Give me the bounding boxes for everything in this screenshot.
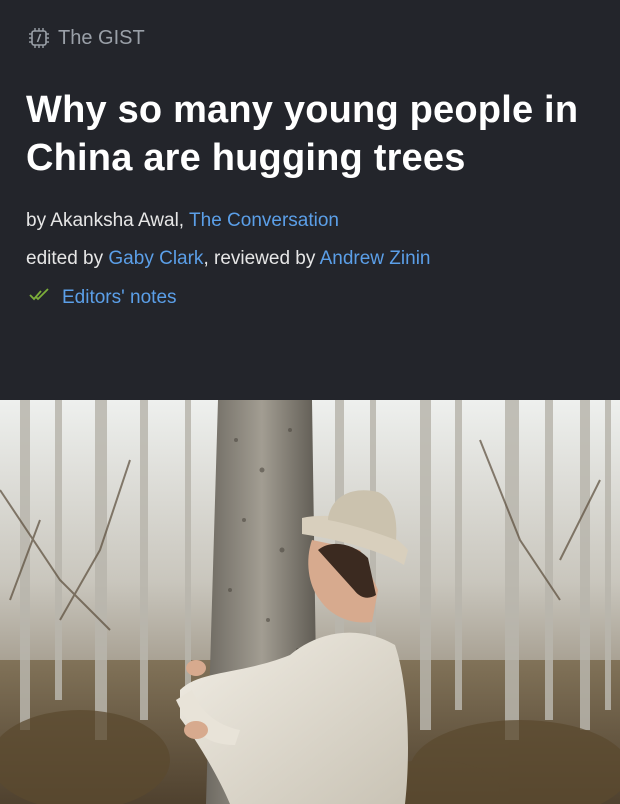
edit-credits: edited by Gaby Clark, reviewed by Andrew… bbox=[26, 248, 431, 270]
hero-image bbox=[0, 400, 620, 804]
double-check-icon bbox=[28, 286, 52, 310]
edited-by-label: edited by bbox=[26, 248, 109, 269]
editors-notes-link[interactable]: Editors' notes bbox=[28, 286, 177, 310]
byline: by Akanksha Awal, The Conversation bbox=[26, 210, 339, 232]
the-gist-badge[interactable]: The GIST bbox=[28, 24, 145, 52]
chip-icon bbox=[28, 27, 50, 49]
editors-notes-label: Editors' notes bbox=[62, 287, 177, 308]
article-header: The GIST Why so many young people in Chi… bbox=[0, 0, 620, 400]
byline-author: by Akanksha Awal, bbox=[26, 210, 190, 231]
article-title: Why so many young people in China are hu… bbox=[26, 89, 579, 179]
reviewed-by-label: , reviewed by bbox=[203, 248, 320, 269]
editor-link[interactable]: Gaby Clark bbox=[108, 248, 203, 269]
reviewer-link[interactable]: Andrew Zinin bbox=[320, 248, 431, 269]
source-link[interactable]: The Conversation bbox=[189, 210, 339, 231]
the-gist-label: The GIST bbox=[58, 26, 145, 49]
